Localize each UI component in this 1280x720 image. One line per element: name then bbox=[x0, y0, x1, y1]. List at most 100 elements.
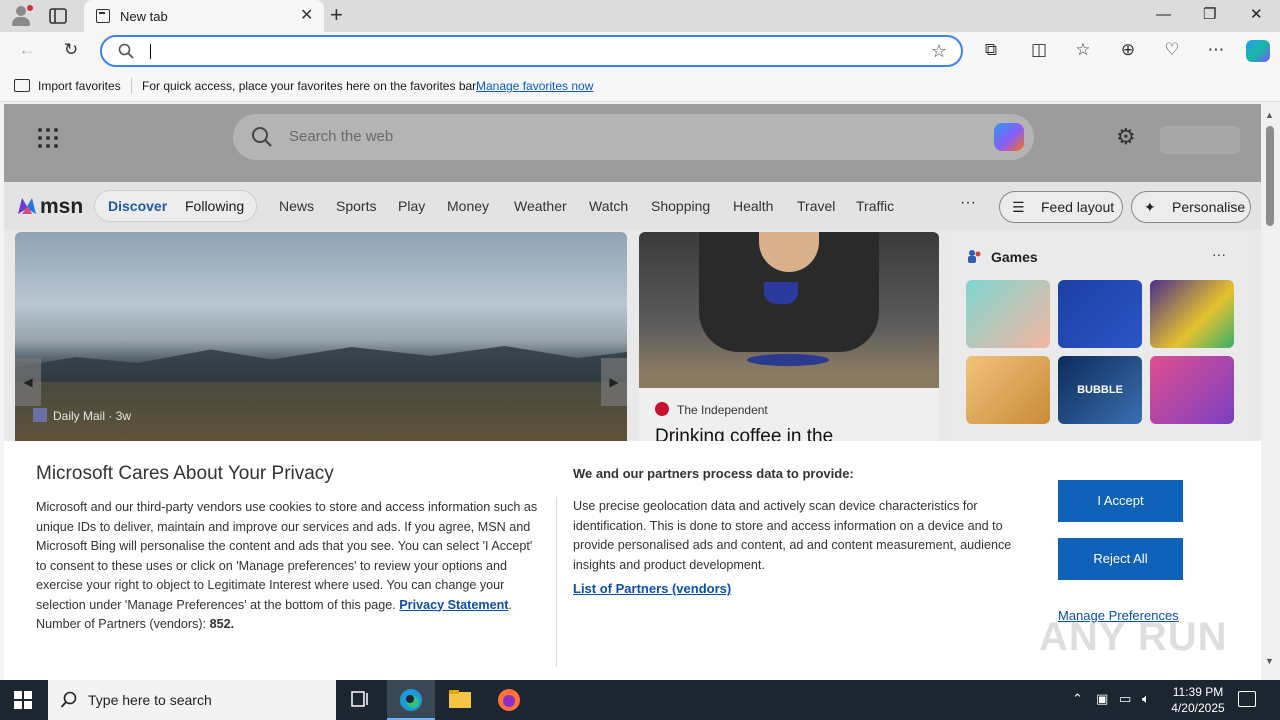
carousel-next-button[interactable]: ▶ bbox=[601, 358, 627, 406]
game-tile-1[interactable] bbox=[966, 280, 1050, 348]
page-settings-gear-icon[interactable]: ⚙ bbox=[1116, 126, 1136, 148]
category-shopping[interactable]: Shopping bbox=[651, 198, 710, 214]
category-travel[interactable]: Travel bbox=[797, 198, 835, 214]
msn-wordmark: msn bbox=[40, 195, 84, 218]
web-search-box[interactable]: Search the web bbox=[233, 114, 1034, 160]
page-header: Search the web ⚙ bbox=[4, 104, 1261, 182]
text-cursor bbox=[150, 44, 151, 59]
tab-new-tab[interactable]: New tab ✕ bbox=[84, 0, 324, 32]
browser-essentials-icon[interactable]: ♡ bbox=[1161, 40, 1183, 60]
games-more-button[interactable]: ··· bbox=[1212, 246, 1226, 262]
tab-actions-icon[interactable] bbox=[48, 6, 68, 26]
extensions-icon[interactable]: ⧉ bbox=[980, 40, 1002, 60]
tab-close-icon[interactable]: ✕ bbox=[300, 7, 313, 25]
category-play[interactable]: Play bbox=[398, 198, 425, 214]
game-tile-4[interactable] bbox=[966, 356, 1050, 424]
msn-nav: msn Discover Following News Sports Play … bbox=[4, 182, 1261, 230]
accept-button[interactable]: I Accept bbox=[1058, 480, 1183, 522]
privacy-divider bbox=[556, 497, 557, 667]
game-tile-3[interactable] bbox=[1150, 280, 1234, 348]
more-menu-icon[interactable]: ⋯ bbox=[1205, 40, 1227, 60]
avatar-head bbox=[16, 6, 26, 16]
category-traffic[interactable]: Traffic bbox=[856, 198, 894, 214]
game-tile-2[interactable] bbox=[1058, 280, 1142, 348]
firefox-icon[interactable] bbox=[485, 680, 533, 720]
scrollbar-thumb[interactable] bbox=[1266, 126, 1274, 226]
privacy-title: Microsoft Cares About Your Privacy bbox=[36, 463, 334, 484]
more-categories-button[interactable]: ··· bbox=[960, 194, 976, 212]
tab-title: New tab bbox=[120, 9, 168, 24]
sign-in-button[interactable] bbox=[1160, 126, 1240, 154]
category-health[interactable]: Health bbox=[733, 198, 773, 214]
windows-start-icon[interactable] bbox=[14, 691, 32, 709]
list-of-partners-link[interactable]: List of Partners (vendors) bbox=[573, 581, 731, 596]
notification-center-icon[interactable] bbox=[1238, 691, 1256, 707]
minimize-button[interactable]: — bbox=[1156, 6, 1171, 24]
personalise-button[interactable]: ✦ Personalise bbox=[1131, 191, 1251, 223]
side-news-card[interactable]: The Independent Drinking coffee in the bbox=[639, 232, 939, 472]
msn-logo[interactable]: msn bbox=[16, 194, 84, 218]
tab-discover[interactable]: Discover bbox=[108, 198, 167, 214]
landscape-image bbox=[15, 346, 627, 382]
edge-taskbar-icon[interactable] bbox=[387, 680, 435, 720]
avatar-body bbox=[12, 17, 30, 26]
carousel-prev-button[interactable]: ◀ bbox=[15, 358, 41, 406]
game-tile-6[interactable] bbox=[1150, 356, 1234, 424]
browser-toolbar: ← ↻ ☆ ⧉ ◫ ☆ ⊕ ♡ ⋯ bbox=[0, 32, 1280, 70]
taskbar-search-box[interactable]: Type here to search bbox=[48, 680, 336, 720]
close-window-button[interactable]: ✕ bbox=[1250, 6, 1263, 24]
favorites-divider bbox=[131, 78, 132, 94]
category-watch[interactable]: Watch bbox=[589, 198, 628, 214]
hero-news-card[interactable]: ◀ ▶ Daily Mail · 3w bbox=[15, 232, 627, 472]
category-money[interactable]: Money bbox=[447, 198, 489, 214]
restore-button[interactable]: ❐ bbox=[1203, 6, 1216, 24]
favorite-star-icon[interactable]: ☆ bbox=[931, 41, 947, 61]
favorites-bar-hint: For quick access, place your favorites h… bbox=[142, 79, 479, 93]
feed-layout-button[interactable]: ☰ Feed layout bbox=[999, 191, 1123, 223]
games-icon bbox=[968, 250, 981, 263]
import-favorites-icon bbox=[14, 79, 30, 92]
import-favorites-button[interactable]: Import favorites bbox=[38, 79, 121, 93]
sparkle-icon: ✦ bbox=[1144, 199, 1156, 215]
privacy-purposes: Use precise geolocation data and activel… bbox=[573, 499, 1012, 572]
search-icon bbox=[118, 43, 134, 59]
page-scrollbar[interactable]: ▲ ▼ bbox=[1261, 104, 1280, 680]
category-weather[interactable]: Weather bbox=[514, 198, 567, 214]
reject-all-button[interactable]: Reject All bbox=[1058, 538, 1183, 580]
daily-mail-logo-icon bbox=[33, 408, 47, 422]
collections-icon[interactable]: ⊕ bbox=[1117, 40, 1139, 60]
back-arrow-icon[interactable]: ← bbox=[16, 40, 38, 60]
category-sports[interactable]: Sports bbox=[336, 198, 376, 214]
photo-saucer bbox=[747, 354, 829, 366]
manage-favorites-link[interactable]: Manage favorites now bbox=[476, 79, 593, 93]
copilot-icon[interactable] bbox=[994, 123, 1024, 151]
copilot-icon[interactable] bbox=[1246, 40, 1270, 62]
privacy-body-text: Microsoft and our third-party vendors us… bbox=[36, 500, 538, 612]
file-explorer-icon[interactable] bbox=[436, 680, 484, 720]
feed-layout-label: Feed layout bbox=[1041, 199, 1115, 215]
new-tab-button[interactable]: + bbox=[330, 4, 343, 26]
task-view-icon[interactable] bbox=[336, 680, 384, 720]
scroll-up-arrow-icon[interactable]: ▲ bbox=[1265, 110, 1274, 120]
hero-source: Daily Mail · 3w bbox=[33, 408, 131, 423]
scroll-down-arrow-icon[interactable]: ▼ bbox=[1265, 656, 1274, 666]
category-news[interactable]: News bbox=[279, 198, 314, 214]
favorites-bar: Import favorites For quick access, place… bbox=[0, 70, 1280, 102]
personalise-label: Personalise bbox=[1172, 199, 1246, 215]
split-screen-icon[interactable]: ◫ bbox=[1028, 40, 1050, 60]
tab-following[interactable]: Following bbox=[185, 198, 244, 214]
search-icon bbox=[252, 127, 272, 147]
volume-icon[interactable]: 🔈︎ bbox=[1142, 691, 1150, 707]
network-icon[interactable]: ▭ bbox=[1119, 691, 1131, 707]
app-launcher-icon[interactable] bbox=[38, 128, 58, 148]
partners-label: Number of Partners (vendors): bbox=[36, 617, 207, 631]
device-icon[interactable]: ▣ bbox=[1096, 691, 1108, 707]
address-bar[interactable]: ☆ bbox=[100, 35, 963, 67]
privacy-statement-link[interactable]: Privacy Statement bbox=[399, 598, 508, 612]
favorites-icon[interactable]: ☆ bbox=[1072, 40, 1094, 60]
profile-avatar[interactable] bbox=[10, 5, 33, 27]
show-hidden-icons-chevron-icon[interactable]: ⌃ bbox=[1072, 691, 1083, 707]
system-clock[interactable]: 11:39 PM 4/20/2025 bbox=[1168, 684, 1228, 716]
game-tile-bubble-shooter[interactable]: BUBBLE SHOOTER bbox=[1058, 356, 1142, 464]
refresh-icon[interactable]: ↻ bbox=[60, 40, 82, 60]
